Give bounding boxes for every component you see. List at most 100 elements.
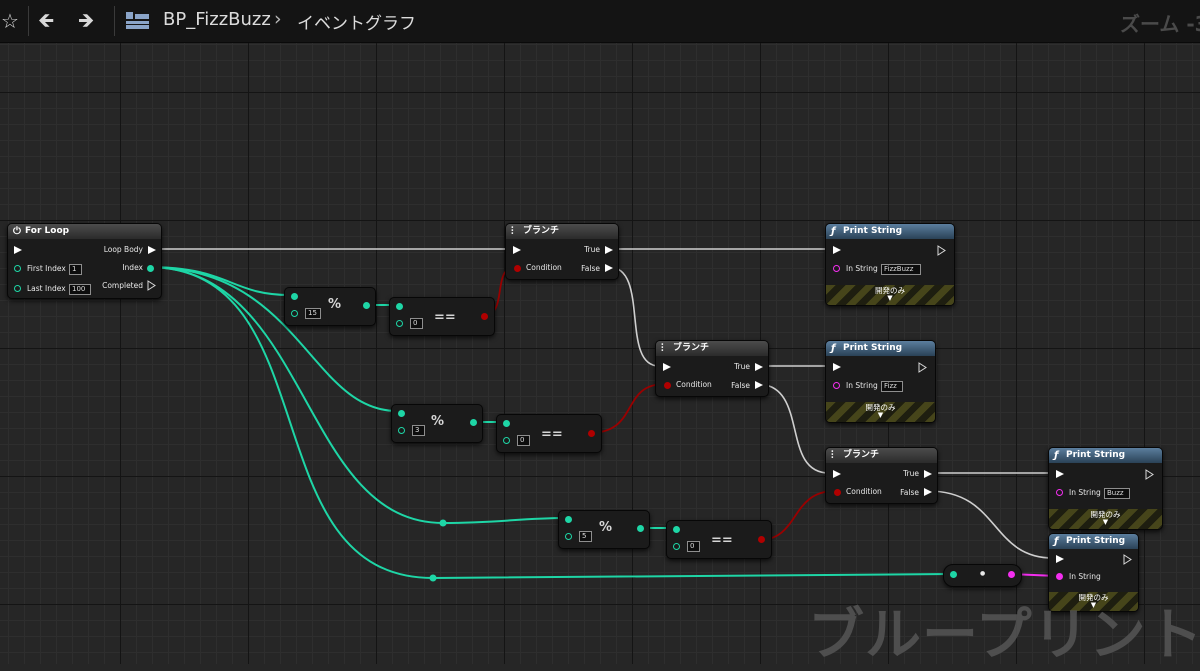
true-label: True [584,245,600,254]
mod-b-pin[interactable] [291,310,298,317]
mod-out-pin[interactable] [637,525,644,532]
development-only-banner: 開発のみ ▼ [826,285,954,305]
mod-5-input[interactable]: 5 [579,531,592,542]
in-string-pin[interactable] [833,382,840,389]
mod-a-pin[interactable] [398,410,405,417]
loop-icon: ⏻ [13,226,21,237]
equal-5-node[interactable]: 0 == [666,520,772,559]
condition-pin[interactable] [514,265,521,272]
condition-pin[interactable] [664,382,671,389]
exec-in-pin[interactable] [663,363,671,371]
branch-node-2[interactable]: ⫶ ブランチ Condition True False [655,340,769,397]
mod-15-input[interactable]: 15 [305,308,321,319]
print-string-fizzbuzz-node[interactable]: ƒ Print String In String FizzBuzz 開発のみ ▼ [825,223,955,306]
conversion-in-pin[interactable] [950,571,957,578]
print-string-buzz-node[interactable]: ƒ Print String In String Buzz 開発のみ ▼ [1048,447,1163,530]
index-pin[interactable] [147,265,154,272]
in-string-label: In String [1069,572,1101,581]
eq-out-pin[interactable] [588,430,595,437]
expand-arrow-icon[interactable]: ▼ [1049,518,1162,526]
eq-15-input[interactable]: 0 [410,318,423,329]
branch-title-text: ブランチ [523,226,560,236]
equal-15-node[interactable]: 0 == [389,297,495,336]
completed-exec-icon [147,280,156,291]
branch-title: ⫶ ブランチ [826,448,937,463]
mod-a-pin[interactable] [565,516,572,523]
exec-in-pin[interactable] [833,363,841,371]
in-string-pin[interactable] [1056,573,1063,580]
eq-5-input[interactable]: 0 [687,541,700,552]
blueprint-watermark: ブループリント [808,603,1200,668]
exec-in-pin[interactable] [833,470,841,478]
print-string-title-text: Print String [843,226,903,236]
in-string-input[interactable]: Buzz [1104,488,1130,499]
true-exec-pin[interactable] [755,363,763,371]
condition-label: Condition [676,380,712,389]
for-loop-node[interactable]: ⏻ For Loop Loop Body First Index 1 Index… [7,223,162,299]
exec-out-pin-icon[interactable] [937,245,946,256]
exec-wire [756,383,830,474]
false-label: False [900,488,919,497]
eq-out-pin[interactable] [481,313,488,320]
eq-out-pin[interactable] [758,536,765,543]
true-exec-pin[interactable] [924,470,932,478]
false-exec-pin[interactable] [605,264,613,272]
mod-3-input[interactable]: 3 [412,425,425,436]
branch-title: ⫶ ブランチ [506,224,618,239]
print-string-title: ƒ Print String [1049,448,1162,463]
int-to-string-node[interactable]: ● [943,564,1022,587]
expand-arrow-icon[interactable]: ▼ [826,294,954,302]
function-icon: ƒ [1054,450,1059,461]
exec-wire [608,266,660,367]
eq-b-pin[interactable] [503,437,510,444]
branch-node-3[interactable]: ⫶ ブランチ Condition True False [825,447,938,504]
exec-out-pin-icon[interactable] [1123,554,1132,565]
conversion-out-pin[interactable] [1008,571,1015,578]
in-string-input[interactable]: Fizz [881,381,903,392]
eq-a-pin[interactable] [396,303,403,310]
for-loop-title: ⏻ For Loop [8,224,161,239]
print-string-title: ƒ Print String [826,341,935,356]
first-index-label: First Index [27,264,66,273]
false-exec-pin[interactable] [924,488,932,496]
eq-b-pin[interactable] [396,320,403,327]
print-string-fizz-node[interactable]: ƒ Print String In String Fizz 開発のみ ▼ [825,340,936,423]
in-string-pin[interactable] [1056,489,1063,496]
mod-b-pin[interactable] [398,427,405,434]
in-string-pin[interactable] [833,265,840,272]
mod-b-pin[interactable] [565,533,572,540]
mod-a-pin[interactable] [291,293,298,300]
exec-in-pin[interactable] [1056,555,1064,563]
equal-3-node[interactable]: 0 == [496,414,602,453]
false-exec-pin[interactable] [755,381,763,389]
first-index-pin[interactable] [14,265,21,272]
exec-in-pin[interactable] [833,246,841,254]
exec-out-pin-icon[interactable] [1145,469,1154,480]
exec-in-pin[interactable] [1056,470,1064,478]
eq-a-pin[interactable] [673,526,680,533]
last-index-pin[interactable] [14,285,21,292]
reroute-knot [439,519,447,527]
exec-out-pin-icon[interactable] [918,362,927,373]
mod-out-pin[interactable] [363,302,370,309]
loop-body-exec-pin[interactable] [148,246,156,254]
print-string-title-text: Print String [1066,450,1126,460]
in-string-input[interactable]: FizzBuzz [881,264,921,275]
expand-arrow-icon[interactable]: ▼ [826,411,935,419]
eq-a-pin[interactable] [503,420,510,427]
condition-pin[interactable] [834,489,841,496]
modulo-15-node[interactable]: 15 % [284,287,376,326]
eq-b-pin[interactable] [673,543,680,550]
branch-icon: ⫶ [511,226,514,237]
modulo-operator: % [431,414,445,429]
last-index-input[interactable]: 100 [69,284,91,295]
modulo-5-node[interactable]: 5 % [558,510,650,549]
branch-node-1[interactable]: ⫶ ブランチ Condition True False [505,223,619,280]
first-index-input[interactable]: 1 [69,264,82,275]
mod-out-pin[interactable] [470,419,477,426]
modulo-3-node[interactable]: 3 % [391,404,483,443]
eq-3-input[interactable]: 0 [517,435,530,446]
exec-in-pin[interactable] [14,246,22,254]
exec-in-pin[interactable] [513,246,521,254]
true-exec-pin[interactable] [605,246,613,254]
